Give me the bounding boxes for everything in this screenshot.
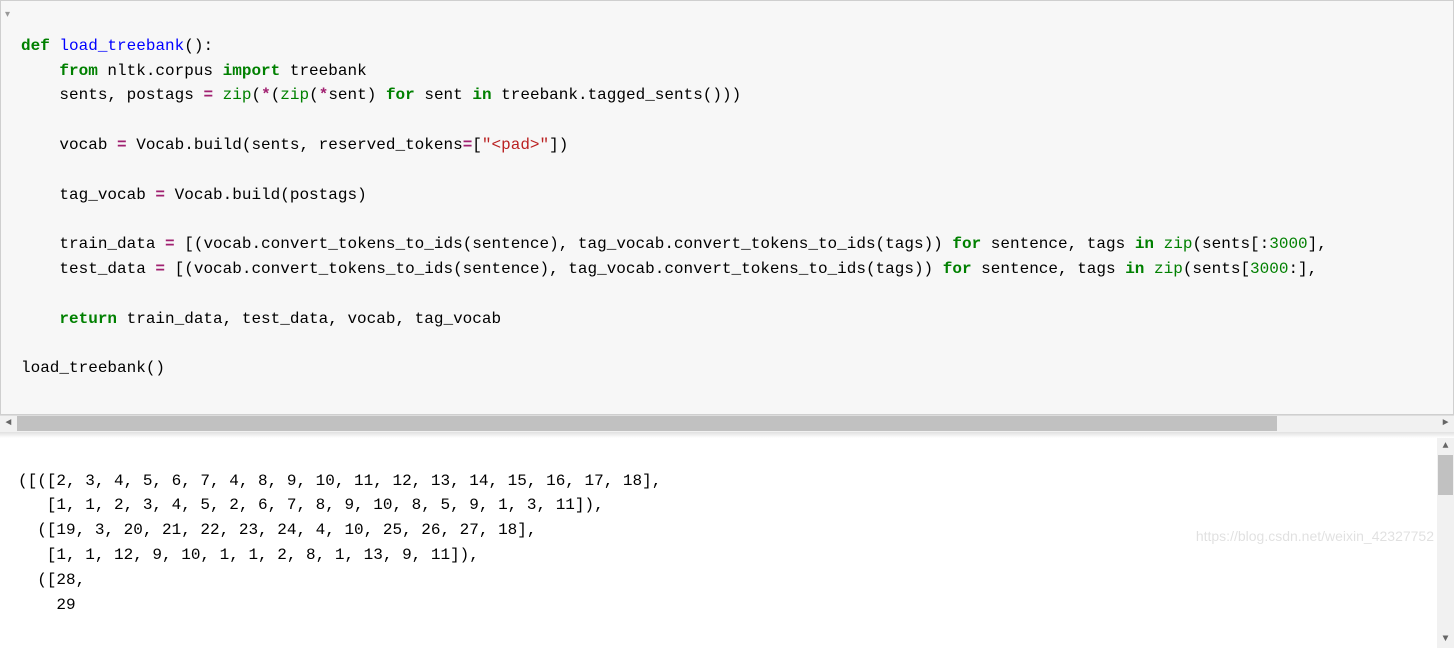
scroll-up-icon[interactable]: ▲: [1437, 438, 1454, 455]
scrollbar-track-v[interactable]: [1437, 455, 1454, 631]
code-call: load_treebank(): [21, 359, 165, 377]
output-area[interactable]: ([([2, 3, 4, 5, 6, 7, 4, 8, 9, 10, 11, 1…: [0, 438, 1454, 648]
scrollbar-thumb-v[interactable]: [1438, 455, 1453, 495]
string-literal: "<pad>": [482, 136, 549, 154]
output-line: 29: [18, 596, 76, 614]
keyword-return: return: [59, 310, 117, 328]
output-line: ([28,: [18, 571, 85, 589]
keyword-import: import: [223, 62, 281, 80]
output-line: [1, 1, 12, 9, 10, 1, 1, 2, 8, 1, 13, 9, …: [18, 546, 479, 564]
output-line: ([19, 3, 20, 21, 22, 23, 24, 4, 10, 25, …: [18, 521, 536, 539]
function-name: load_treebank: [59, 37, 184, 55]
scroll-left-icon[interactable]: ◄: [0, 415, 17, 432]
fold-marker-icon[interactable]: ▾: [5, 10, 10, 21]
keyword-from: from: [59, 62, 97, 80]
scrollbar-thumb[interactable]: [17, 416, 1277, 431]
vertical-scrollbar[interactable]: ▲ ▼: [1437, 438, 1454, 648]
scroll-down-icon[interactable]: ▼: [1437, 631, 1454, 648]
code-editor[interactable]: def load_treebank(): from nltk.corpus im…: [9, 9, 1453, 406]
horizontal-scrollbar[interactable]: ◄ ►: [0, 415, 1454, 432]
output-line: ([([2, 3, 4, 5, 6, 7, 4, 8, 9, 10, 11, 1…: [18, 472, 661, 490]
fold-gutter[interactable]: ▾: [5, 9, 10, 21]
scrollbar-track[interactable]: [17, 415, 1437, 432]
output-line: [1, 1, 2, 3, 4, 5, 2, 6, 7, 8, 9, 10, 8,…: [18, 496, 604, 514]
scroll-right-icon[interactable]: ►: [1437, 415, 1454, 432]
code-cell[interactable]: ▾ def load_treebank(): from nltk.corpus …: [0, 0, 1454, 415]
keyword-def: def: [21, 37, 50, 55]
